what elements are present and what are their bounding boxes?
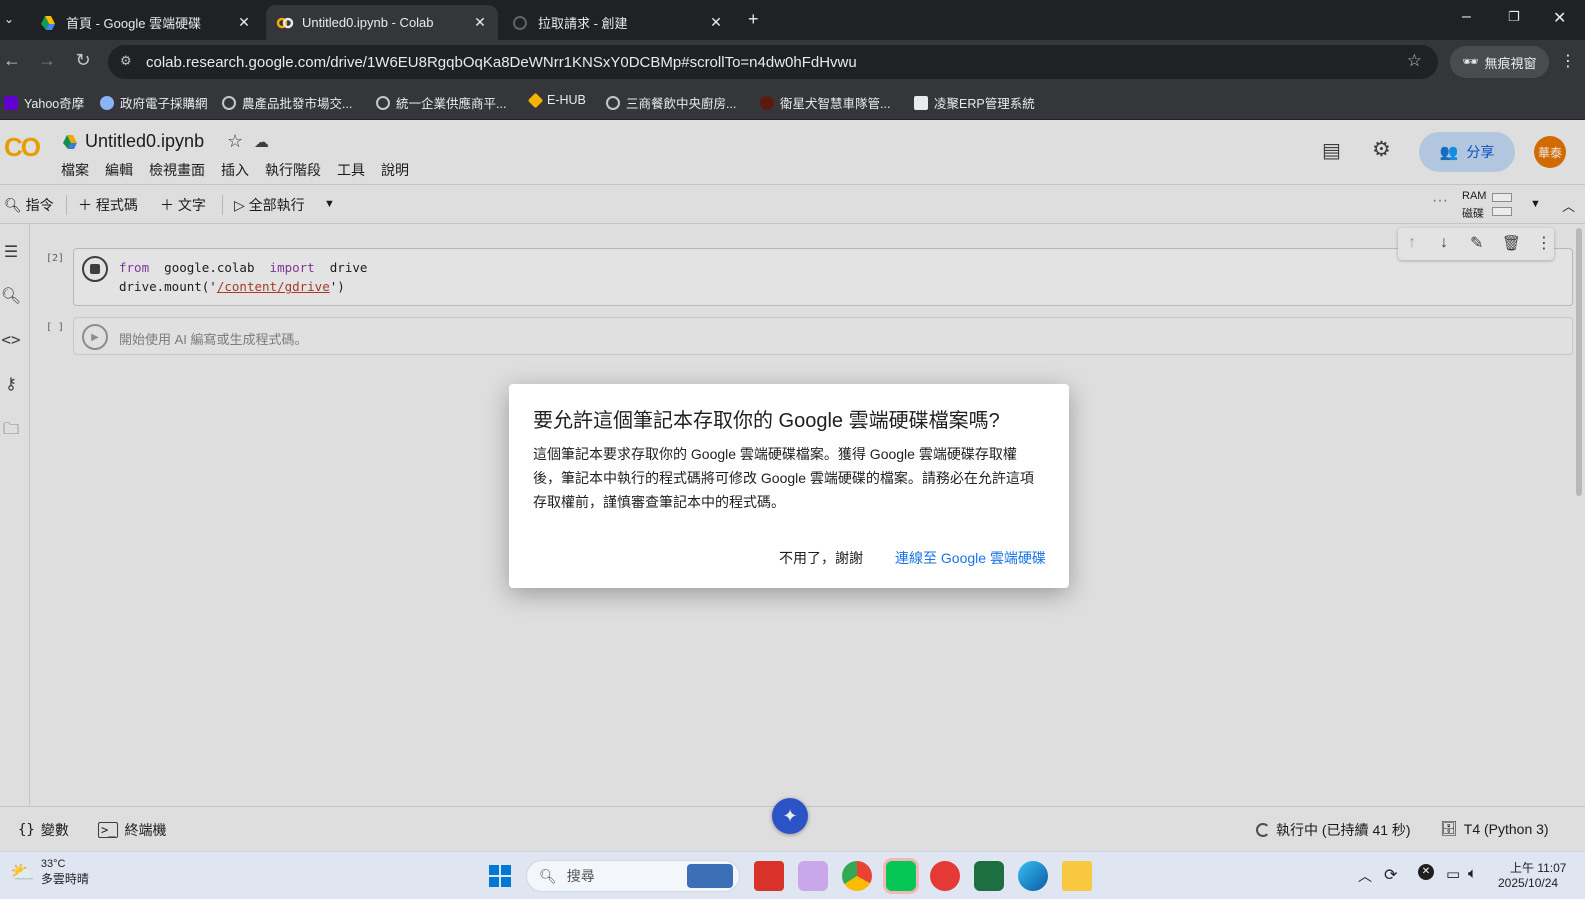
sync-icon[interactable]: ⟳ [1384, 865, 1397, 885]
bookmark-label: 衛星犬智慧車隊管... [780, 97, 891, 111]
excel-icon[interactable] [974, 861, 1004, 891]
bookmark-label: 三商餐飲中央廚房... [626, 97, 737, 111]
globe-icon [606, 95, 620, 110]
dog-icon [760, 95, 774, 110]
tab-search-dropdown-icon[interactable]: ⌄ [4, 12, 14, 26]
bookmark-label: 農產品批發市場交... [242, 97, 353, 111]
globe-icon [100, 95, 114, 110]
windows-logo-icon [489, 865, 499, 875]
weather-widget[interactable]: ⛅ 33°C 多雲時晴 [10, 858, 89, 887]
show-hidden-icons-icon[interactable]: ︿ [1358, 866, 1372, 886]
forward-icon[interactable]: → [35, 50, 59, 71]
bookmark-star-icon[interactable]: ☆ [1407, 51, 1422, 71]
search-placeholder: 搜尋 [566, 868, 595, 884]
clock-time[interactable]: 上午 11:07 [1510, 859, 1566, 876]
site-info-icon[interactable]: ⚙ [120, 53, 132, 69]
address-bar[interactable]: ⚙ colab.research.google.com/drive/1W6EU8… [108, 45, 1438, 79]
search-highlight-icon [687, 864, 733, 888]
line-icon[interactable] [886, 861, 916, 891]
volume-icon[interactable]: 🔈︎ [1468, 865, 1477, 882]
bookmark-fleet[interactable]: 衛星犬智慧車隊管... [760, 93, 890, 112]
bookmark-uni-supplier[interactable]: 統一企業供應商平... [376, 93, 506, 112]
bookmark-label: 凌聚ERP管理系統 [934, 97, 1035, 111]
incognito-label: 無痕視窗 [1484, 55, 1537, 71]
bookmark-label: 政府電子採購網 [120, 97, 208, 111]
colab-icon [276, 15, 294, 31]
incognito-badge[interactable]: 🕶 無痕視窗 [1450, 46, 1549, 78]
yahoo-icon [4, 95, 18, 110]
reload-icon[interactable]: ↻ [71, 50, 95, 71]
ehub-icon [527, 92, 544, 108]
back-icon[interactable]: ← [0, 50, 24, 71]
url-text: colab.research.google.com/drive/1W6EU8Rg… [146, 53, 857, 71]
bookmark-yahoo[interactable]: Yahoo奇摩 [4, 93, 84, 112]
loading-icon [512, 15, 528, 31]
drive-access-dialog: 要允許這個筆記本存取你的 Google 雲端硬碟檔案嗎? 這個筆記本要求存取你的… [509, 384, 1069, 588]
bookmark-mercuries-kitchen[interactable]: 三商餐飲中央廚房... [606, 93, 736, 112]
bookmark-procurement[interactable]: 政府電子採購網 [100, 93, 208, 112]
close-tab-icon[interactable]: ✕ [236, 14, 252, 31]
dialog-title: 要允許這個筆記本存取你的 Google 雲端硬碟檔案嗎? [533, 410, 1000, 432]
globe-icon [222, 95, 236, 110]
close-circle-icon[interactable]: ✕ [1418, 864, 1434, 880]
minimize-icon[interactable]: – [1462, 8, 1471, 26]
tab-title: Untitled0.ipynb - Colab [302, 15, 434, 30]
tab-pull-request[interactable]: 拉取請求 - 創建 ✕ [502, 5, 734, 40]
windows-taskbar: ⛅ 33°C 多雲時晴 🔍︎ 搜尋 ︿ ⟳ ✕ ▭ 🔈︎ 上午 11:07 20… [0, 851, 1585, 899]
tab-colab[interactable]: Untitled0.ipynb - Colab ✕ [266, 5, 498, 40]
edge-icon[interactable] [1018, 861, 1048, 891]
document-icon [914, 95, 928, 110]
close-tab-icon[interactable]: ✕ [472, 14, 488, 31]
connect-drive-button[interactable]: 連線至 Google 雲端硬碟 [895, 548, 1046, 568]
bookmark-label: E-HUB [547, 93, 586, 107]
tab-title: 拉取請求 - 創建 [538, 16, 628, 31]
bookmarks-bar: Yahoo奇摩 政府電子採購網 農產品批發市場交... 統一企業供應商平... … [0, 84, 1585, 120]
taskbar-search[interactable]: 🔍︎ 搜尋 [526, 860, 740, 892]
google-drive-icon [40, 15, 56, 31]
taskbar-app-icon[interactable] [930, 861, 960, 891]
maximize-icon[interactable]: ❐ [1508, 9, 1520, 25]
globe-icon [376, 95, 390, 110]
bookmark-ehub[interactable]: E-HUB [527, 92, 586, 108]
tab-google-drive[interactable]: 首頁 - Google 雲端硬碟 ✕ [30, 5, 262, 40]
clock-date[interactable]: 2025/10/24 [1498, 876, 1558, 890]
dialog-body: 這個筆記本要求存取你的 Google 雲端硬碟檔案。獲得 Google 雲端硬碟… [533, 446, 1034, 510]
close-window-icon[interactable]: ✕ [1553, 8, 1566, 28]
tab-title: 首頁 - Google 雲端硬碟 [66, 16, 202, 31]
browser-tab-strip: ⌄ 首頁 - Google 雲端硬碟 ✕ Untitled0.ipynb - C… [0, 0, 1585, 40]
chrome-icon[interactable] [842, 861, 872, 891]
file-explorer-icon[interactable] [1062, 861, 1092, 891]
network-icon[interactable]: ▭ [1446, 865, 1460, 883]
browser-menu-icon[interactable]: ⋮ [1560, 51, 1576, 71]
new-tab-icon[interactable]: + [748, 9, 759, 30]
bookmark-erp[interactable]: 凌聚ERP管理系統 [914, 93, 1035, 112]
browser-toolbar: ← → ↻ ⚙ colab.research.google.com/drive/… [0, 40, 1585, 84]
incognito-icon: 🕶 [1462, 54, 1479, 69]
weather-icon: ⛅ [10, 862, 35, 884]
start-button[interactable] [489, 865, 511, 887]
bookmark-label: Yahoo奇摩 [24, 97, 85, 111]
bookmark-label: 統一企業供應商平... [396, 97, 507, 111]
weather-temp: 33°C [40, 858, 66, 870]
snipping-tool-icon[interactable] [798, 861, 828, 891]
bookmark-agri-market[interactable]: 農產品批發市場交... [222, 93, 352, 112]
taskbar-app-icon[interactable] [754, 861, 784, 891]
decline-button[interactable]: 不用了，謝謝 [779, 548, 863, 568]
search-icon: 🔍︎ [539, 867, 557, 884]
close-tab-icon[interactable]: ✕ [708, 14, 724, 31]
weather-desc: 多雲時晴 [40, 872, 89, 886]
